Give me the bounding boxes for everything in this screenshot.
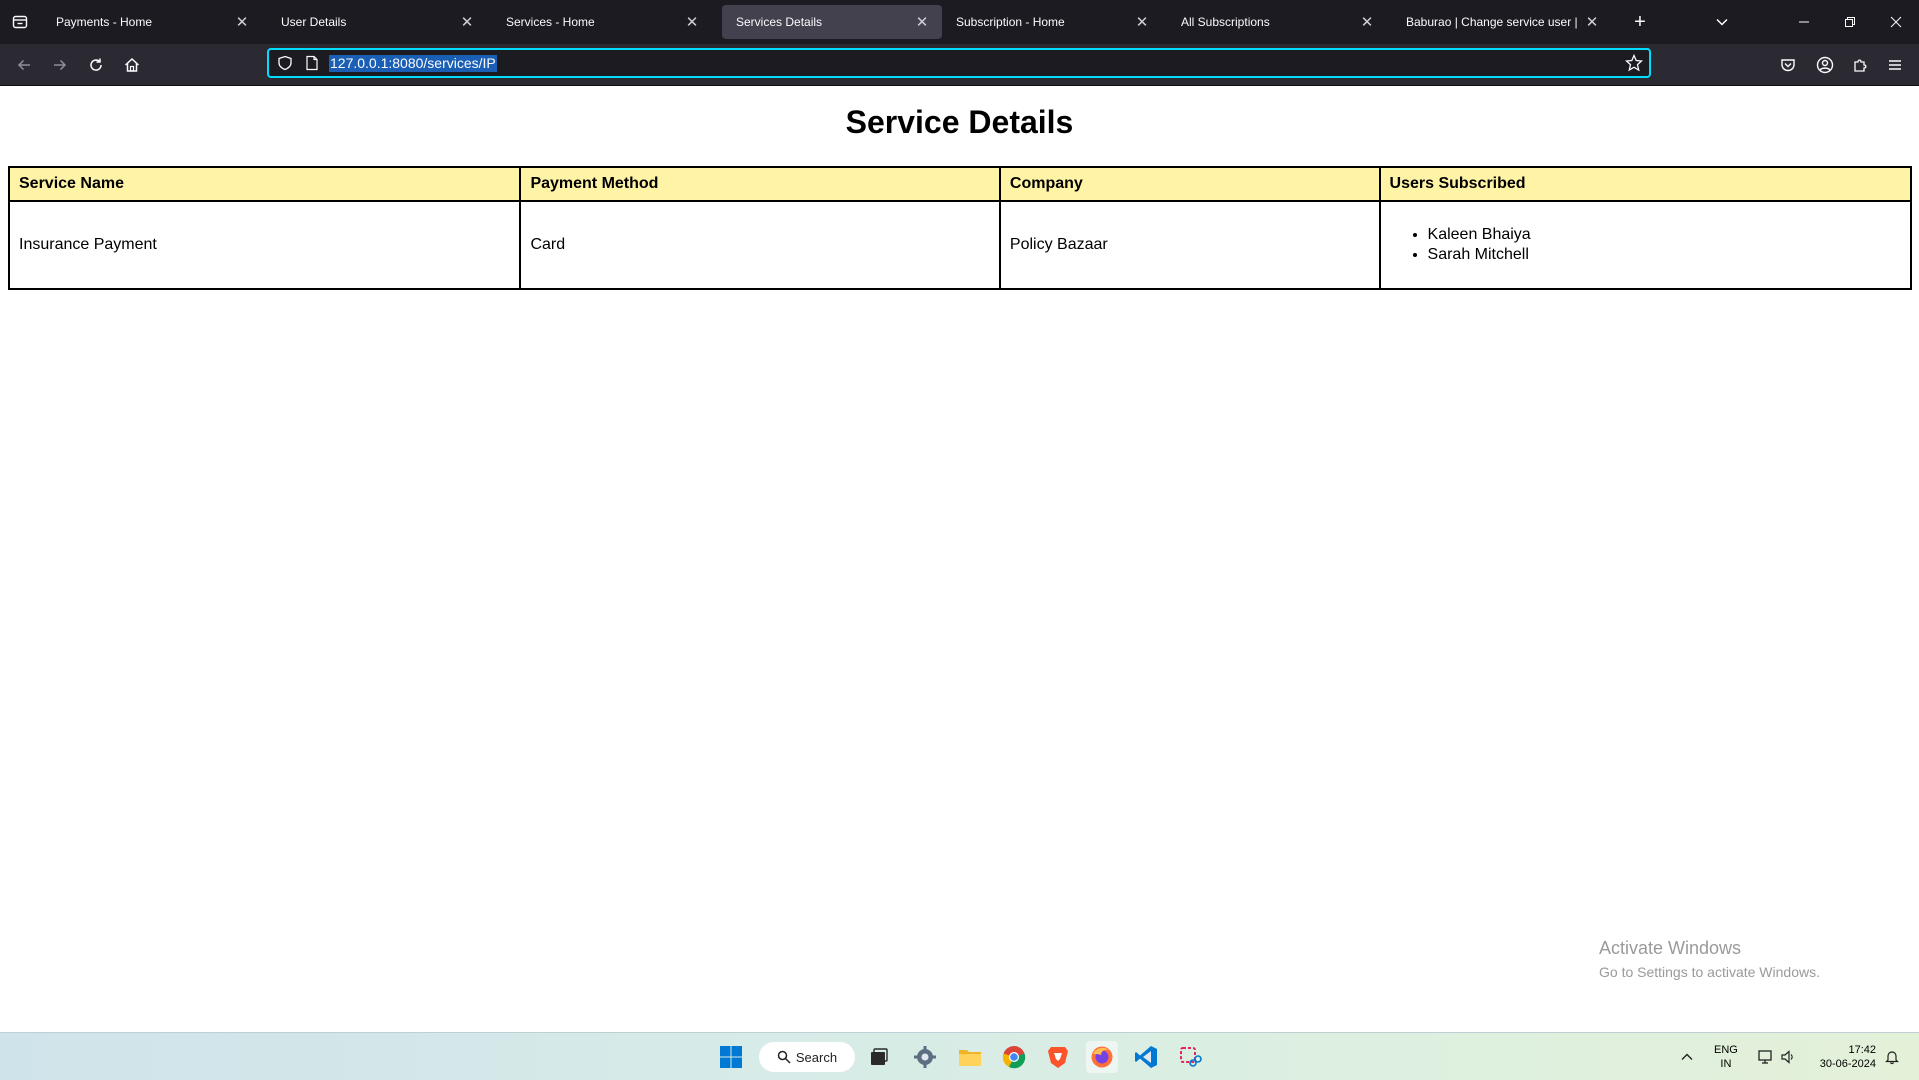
tab-close-icon[interactable]: ✕ — [457, 12, 477, 32]
firefox-view-icon[interactable] — [0, 0, 40, 44]
input-language-indicator[interactable]: ENG IN — [1714, 1043, 1738, 1071]
restore-icon[interactable] — [1827, 0, 1873, 44]
tab-services-home[interactable]: Services - Home ✕ — [492, 5, 712, 39]
navigation-toolbar: 127.0.0.1:8080/services/IP — [0, 44, 1919, 86]
language-code: ENG — [1714, 1044, 1738, 1056]
new-tab-icon[interactable]: + — [1628, 10, 1652, 34]
url-text[interactable]: 127.0.0.1:8080/services/IP — [329, 55, 497, 72]
tab-label: Services - Home — [506, 15, 595, 29]
list-item: Kaleen Bhaiya — [1428, 225, 1901, 245]
tab-subscription-home[interactable]: Subscription - Home ✕ — [942, 5, 1162, 39]
table-row: Insurance Payment Card Policy Bazaar Kal… — [7, 200, 1913, 290]
tab-close-icon[interactable]: ✕ — [912, 12, 932, 32]
tab-close-icon[interactable]: ✕ — [1582, 12, 1602, 32]
close-window-icon[interactable] — [1873, 0, 1919, 44]
home-icon[interactable] — [119, 52, 145, 78]
tab-label: Subscription - Home — [956, 15, 1065, 29]
extensions-puzzle-icon[interactable] — [1847, 52, 1873, 78]
network-icon[interactable] — [1757, 1033, 1775, 1080]
tab-change-service-user[interactable]: Baburao | Change service user | Djan ✕ — [1392, 5, 1612, 39]
firefox-icon[interactable] — [1086, 1041, 1118, 1073]
list-all-tabs-icon[interactable] — [1710, 10, 1734, 34]
tab-label: Baburao | Change service user | Djan — [1406, 15, 1582, 29]
tab-user-details[interactable]: User Details ✕ — [267, 5, 487, 39]
region-code: IN — [1720, 1058, 1732, 1070]
tab-label: Services Details — [736, 15, 823, 29]
account-icon[interactable] — [1812, 52, 1838, 78]
bookmark-star-icon[interactable] — [1624, 53, 1644, 77]
task-view-icon[interactable] — [863, 1041, 895, 1073]
cell-payment-method: Card — [519, 200, 1001, 290]
clock-time: 17:42 — [1848, 1044, 1876, 1056]
tab-label: All Subscriptions — [1181, 15, 1270, 29]
search-label: Search — [795, 1049, 838, 1065]
tab-close-icon[interactable]: ✕ — [1357, 12, 1377, 32]
windows-start-icon[interactable] — [715, 1041, 747, 1073]
show-hidden-icons-chevron-up-icon[interactable] — [1680, 1033, 1694, 1080]
tab-label: Payments - Home — [56, 15, 153, 29]
settings-gear-icon[interactable] — [909, 1041, 941, 1073]
cell-service-name: Insurance Payment — [7, 200, 522, 290]
tab-payments-home[interactable]: Payments - Home ✕ — [42, 5, 262, 39]
tracking-protection-shield-icon[interactable] — [277, 55, 293, 76]
tab-bar: Payments - Home ✕ User Details ✕ Service… — [0, 0, 1919, 44]
header-service-name: Service Name — [7, 166, 522, 202]
tab-close-icon[interactable]: ✕ — [232, 12, 252, 32]
file-explorer-icon[interactable] — [954, 1041, 986, 1073]
page-content: Service Details Service Name Payment Met… — [0, 86, 1919, 1032]
tab-label: User Details — [281, 15, 347, 29]
users-list: Kaleen Bhaiya Sarah Mitchell — [1390, 225, 1901, 265]
windows-taskbar: Search ENG IN 17:42 30-06-2024 — [0, 1032, 1919, 1080]
activate-windows-watermark: Activate Windows Go to Settings to activ… — [1599, 938, 1820, 980]
table-header-row: Service Name Payment Method Company User… — [7, 166, 1913, 202]
brave-browser-icon[interactable] — [1042, 1041, 1074, 1073]
header-users-subscribed: Users Subscribed — [1378, 166, 1913, 202]
page-info-icon[interactable] — [305, 55, 319, 76]
taskbar-search-box[interactable]: Search — [759, 1042, 855, 1072]
pocket-icon[interactable] — [1775, 52, 1801, 78]
chrome-icon[interactable] — [998, 1041, 1030, 1073]
address-bar[interactable]: 127.0.0.1:8080/services/IP — [267, 48, 1651, 78]
notification-bell-icon[interactable] — [1884, 1033, 1900, 1080]
cell-users-subscribed: Kaleen Bhaiya Sarah Mitchell — [1378, 200, 1913, 290]
minimize-icon[interactable] — [1781, 0, 1827, 44]
watermark-line-2: Go to Settings to activate Windows. — [1599, 964, 1820, 980]
system-clock[interactable]: 17:42 30-06-2024 — [1808, 1043, 1876, 1071]
vscode-icon[interactable] — [1130, 1041, 1162, 1073]
snipping-tool-icon[interactable] — [1174, 1041, 1206, 1073]
search-icon — [777, 1050, 791, 1064]
page-title: Service Details — [845, 104, 1074, 140]
watermark-line-1: Activate Windows — [1599, 938, 1742, 958]
tab-close-icon[interactable]: ✕ — [1132, 12, 1152, 32]
back-icon[interactable] — [11, 52, 37, 78]
service-details-table: Service Name Payment Method Company User… — [7, 166, 1913, 290]
tab-all-subscriptions[interactable]: All Subscriptions ✕ — [1167, 5, 1387, 39]
forward-icon[interactable] — [47, 52, 73, 78]
cell-company: Policy Bazaar — [998, 200, 1381, 290]
list-item: Sarah Mitchell — [1428, 245, 1901, 265]
tab-close-icon[interactable]: ✕ — [682, 12, 702, 32]
app-menu-hamburger-icon[interactable] — [1882, 52, 1908, 78]
clock-date: 30-06-2024 — [1819, 1058, 1876, 1070]
tab-services-details[interactable]: Services Details ✕ — [722, 5, 942, 39]
volume-icon[interactable] — [1780, 1033, 1796, 1080]
header-payment-method: Payment Method — [519, 166, 1001, 202]
header-company: Company — [998, 166, 1381, 202]
reload-icon[interactable] — [83, 52, 109, 78]
